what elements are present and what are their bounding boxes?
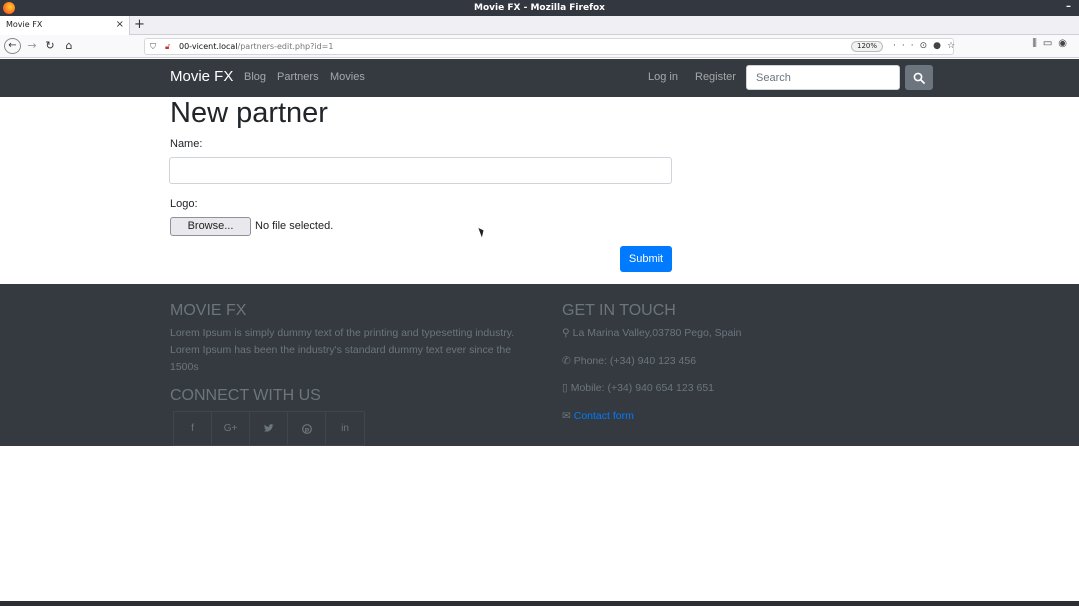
social-links: f G+ p in (173, 411, 365, 446)
phone-icon: ✆︎ (562, 355, 571, 367)
minimize-icon[interactable]: – (1066, 1, 1071, 12)
library-icon[interactable]: ⫼ (1032, 38, 1043, 49)
phone-line: ✆︎ Phone: (+34) 940 123 456 (562, 355, 696, 367)
search-input[interactable] (746, 65, 900, 90)
url-host: 00-vicent.local (179, 42, 238, 51)
bookmark-star-icon[interactable]: ☆ (947, 41, 961, 51)
connect-heading: CONNECT WITH US (170, 387, 321, 404)
tab-movie-fx[interactable]: Movie FX × (0, 16, 130, 35)
site-footer: MOVIE FX Lorem Ipsum is simply dummy tex… (0, 284, 1079, 446)
contact-form-line: ✉︎ Contact form (562, 410, 634, 422)
file-status: No file selected. (255, 220, 334, 232)
map-marker-icon: ⚲︎ (562, 327, 570, 339)
nav-link-partners[interactable]: Partners (277, 71, 319, 83)
container-icon[interactable]: ● (933, 41, 947, 51)
home-icon[interactable]: ⌂ (62, 38, 76, 54)
nav-link-movies[interactable]: Movies (330, 71, 365, 83)
url-bar[interactable]: ⛉ 🔓︎ 00-vicent.local/partners-edit.php?i… (144, 38, 955, 55)
logo-label: Logo: (170, 198, 198, 210)
nav-link-login[interactable]: Log in (648, 71, 678, 83)
name-label: Name: (170, 138, 203, 150)
submit-button[interactable]: Submit (620, 246, 672, 272)
tab-title: Movie FX (6, 20, 43, 29)
linkedin-icon[interactable]: in (326, 412, 364, 445)
footer-description: Lorem Ipsum is simply dummy text of the … (170, 327, 515, 373)
browse-button[interactable]: Browse... (170, 217, 251, 236)
browser-toolbar: ← → ↻ ⌂ ⛉ 🔓︎ 00-vicent.local/partners-ed… (0, 35, 1079, 58)
os-taskbar (0, 601, 1079, 606)
twitter-icon[interactable] (250, 412, 288, 445)
facebook-icon[interactable]: f (174, 412, 212, 445)
firefox-logo-icon (3, 2, 15, 14)
address-text: La Marina Valley,03780 Pego, Spain (572, 327, 742, 339)
toolbar-right: ⫼▭◉ (1032, 38, 1073, 49)
sidebar-icon[interactable]: ▭ (1043, 38, 1058, 49)
mobile-line: ▯ Mobile: (+34) 940 654 123 651 (562, 382, 714, 394)
insecure-lock-icon[interactable]: 🔓︎ (165, 39, 170, 54)
close-tab-icon[interactable]: × (116, 16, 124, 34)
url-path: /partners-edit.php?id=1 (237, 42, 334, 51)
tab-strip: Movie FX × + (0, 16, 1079, 35)
google-plus-icon[interactable]: G+ (212, 412, 250, 445)
tracking-shield-icon[interactable]: ⛉ (150, 39, 156, 54)
page-actions: ···⊙●☆ (893, 39, 961, 54)
touch-heading: GET IN TOUCH (562, 302, 676, 319)
mobile-text: Mobile: (+34) 940 654 123 651 (570, 382, 715, 394)
nav-link-register[interactable]: Register (695, 71, 736, 83)
url-text[interactable]: 00-vicent.local/partners-edit.php?id=1 (179, 39, 333, 54)
address-line: ⚲︎ La Marina Valley,03780 Pego, Spain (562, 327, 742, 339)
forward-icon[interactable]: → (25, 38, 39, 54)
search-icon (913, 72, 925, 84)
nav-link-blog[interactable]: Blog (244, 71, 266, 83)
new-tab-icon[interactable]: + (134, 16, 145, 33)
pocket-icon[interactable]: ⊙ (920, 41, 934, 51)
site-brand[interactable]: Movie FX (170, 68, 233, 85)
envelope-icon: ✉︎ (562, 410, 571, 422)
back-icon[interactable]: ← (4, 38, 21, 54)
contact-form-link[interactable]: Contact form (574, 410, 634, 422)
name-input[interactable] (169, 157, 672, 184)
pinterest-icon[interactable]: p (288, 412, 326, 445)
footer-brand-heading: MOVIE FX (170, 302, 247, 319)
reload-icon[interactable]: ↻ (43, 38, 57, 54)
search-button[interactable] (905, 65, 933, 90)
svg-text:p: p (304, 425, 309, 433)
phone-text: Phone: (+34) 940 123 456 (573, 355, 697, 367)
site-navbar: Movie FX Blog Partners Movies Log in Reg… (0, 59, 1079, 97)
account-icon[interactable]: ◉ (1058, 38, 1073, 49)
page-title: New partner (170, 97, 328, 129)
more-actions-icon[interactable]: ··· (893, 41, 920, 51)
mouse-cursor-icon (478, 226, 486, 238)
mobile-icon: ▯ (562, 382, 568, 394)
window-titlebar: Movie FX - Mozilla Firefox – (0, 0, 1079, 16)
window-title: Movie FX - Mozilla Firefox (474, 3, 605, 13)
zoom-indicator[interactable]: 120% (851, 41, 884, 52)
